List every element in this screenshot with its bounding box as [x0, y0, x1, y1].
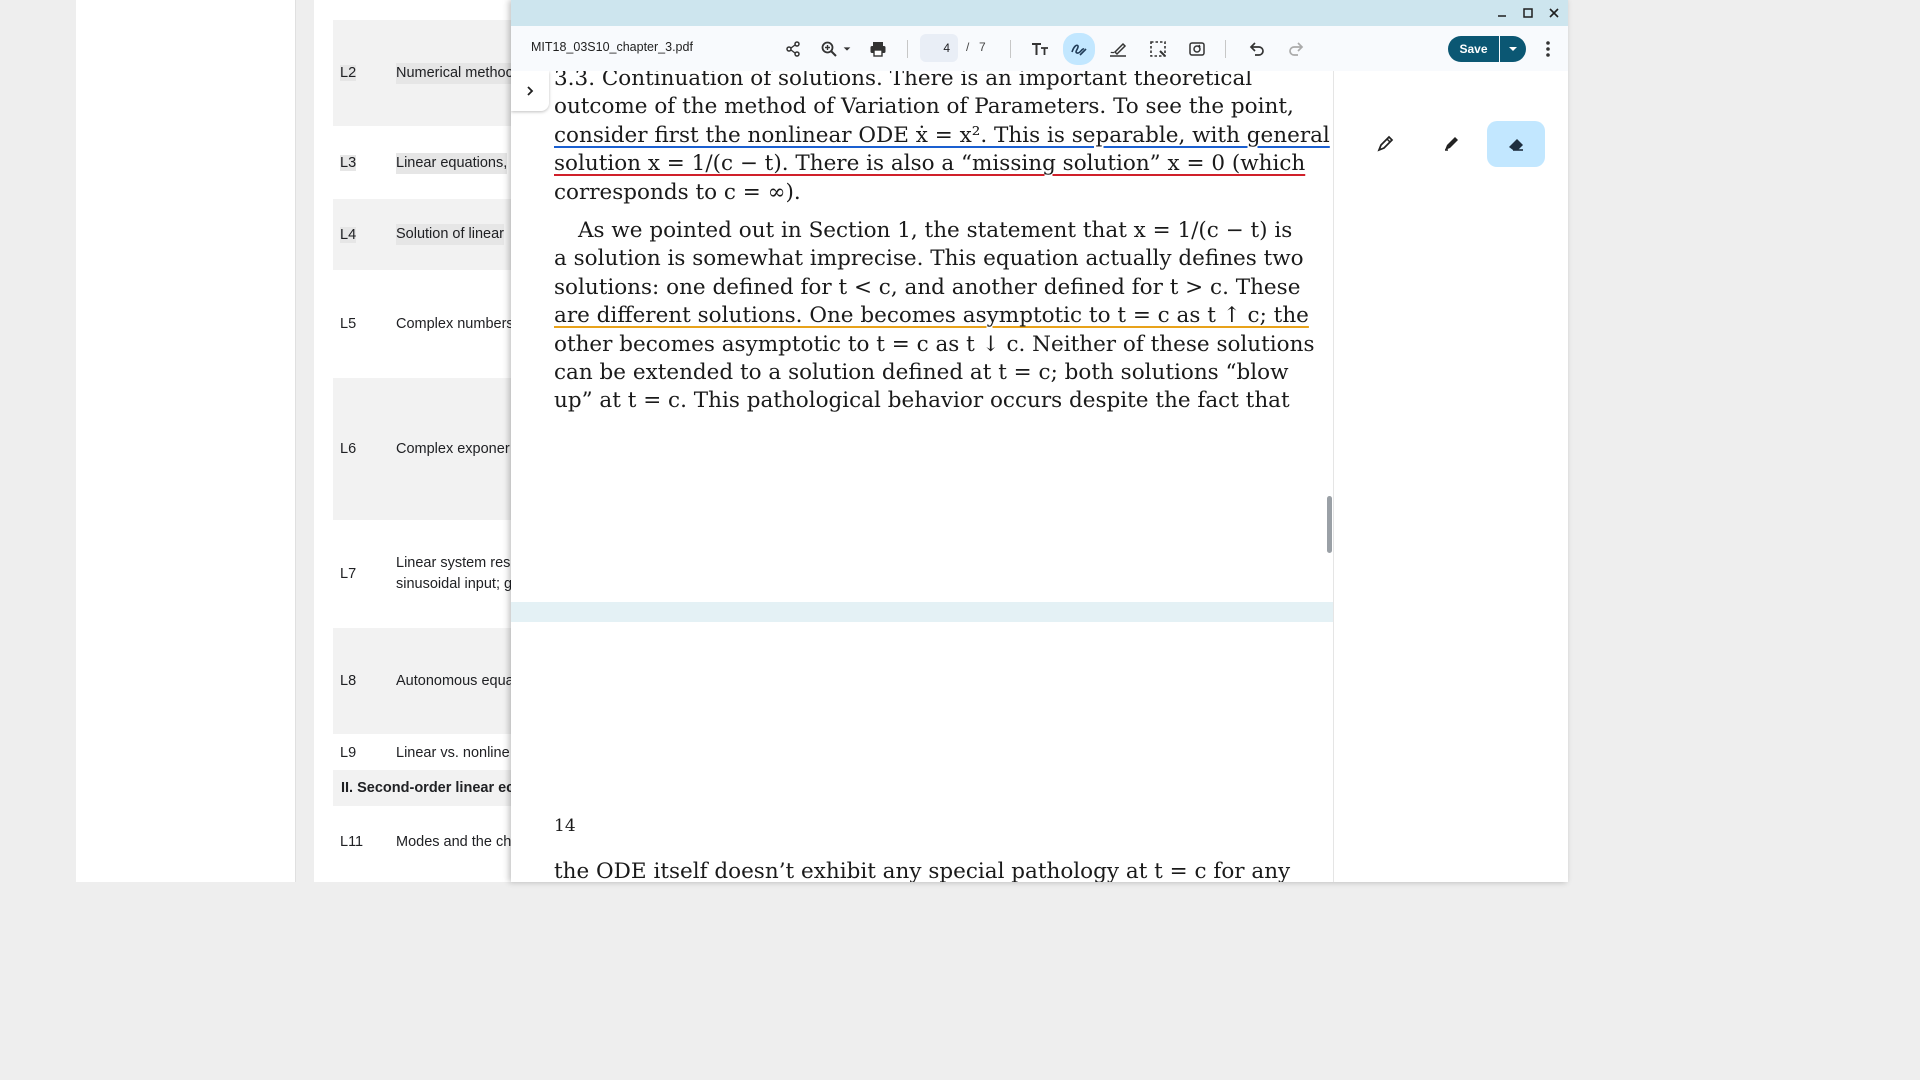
- toolbar-divider: [1225, 40, 1226, 58]
- page-number-input[interactable]: 4: [920, 34, 958, 62]
- lecture-title[interactable]: Linear vs. nonline: [396, 743, 510, 764]
- background-gutter: [0, 0, 76, 882]
- pdf-line: solution x = 1/(c − t). There is also a …: [554, 151, 1306, 177]
- chevron-right-icon: [527, 86, 534, 96]
- highlight-icon[interactable]: [1104, 35, 1132, 63]
- lecture-title[interactable]: Solution of linear: [396, 224, 505, 245]
- page-separator: /: [966, 40, 970, 54]
- highlighter-icon[interactable]: [1422, 121, 1480, 167]
- pdf-line: are different solutions. One becomes asy…: [554, 303, 1309, 329]
- share-icon[interactable]: [779, 35, 807, 63]
- lecture-number: L11: [340, 834, 364, 850]
- pen-icon[interactable]: [1356, 121, 1414, 167]
- redo-icon[interactable]: [1282, 35, 1310, 63]
- save-button[interactable]: Save: [1448, 36, 1499, 62]
- annotation-panel: [1333, 71, 1568, 882]
- lecture-number: L7: [340, 566, 357, 582]
- draw-icon[interactable]: [1063, 33, 1095, 65]
- toolbar-divider: [1010, 40, 1011, 58]
- thumbnails-toggle-button[interactable]: [511, 71, 549, 111]
- pdf-line: As we pointed out in Section 1, the stat…: [578, 218, 1293, 243]
- pdf-page-number: 14: [554, 816, 576, 836]
- pdf-line: up” at t = c. This pathological behavior…: [554, 388, 1290, 414]
- maximize-icon[interactable]: [1519, 4, 1537, 22]
- pdf-document[interactable]: 3.3. Continuation of solutions. There is…: [511, 71, 1333, 882]
- pdf-line: consider first the nonlinear ODE ẋ = x².…: [554, 122, 1330, 148]
- chevron-down-icon: [1509, 47, 1517, 51]
- save-options-button[interactable]: [1500, 36, 1526, 62]
- text-icon[interactable]: [1026, 35, 1054, 63]
- lecture-number: L5: [340, 316, 357, 332]
- pdf-line: other becomes asymptotic to t = c as t ↓…: [554, 331, 1315, 357]
- background-gap: [296, 0, 314, 882]
- undo-icon[interactable]: [1243, 35, 1271, 63]
- lecture-number: L9: [340, 745, 357, 761]
- pdf-line: a solution is somewhat imprecise. This e…: [554, 246, 1304, 272]
- minimize-icon[interactable]: [1493, 4, 1511, 22]
- pdf-paragraph-1: 3.3. Continuation of solutions. There is…: [554, 71, 1330, 207]
- more-options-icon[interactable]: [1538, 36, 1558, 62]
- file-name: MIT18_03S10_chapter_3.pdf: [531, 40, 693, 54]
- lecture-number: L8: [340, 673, 357, 689]
- lecture-title[interactable]: Modes and the ch: [396, 832, 511, 853]
- background-left-panel: [76, 0, 296, 882]
- pdf-line: can be extended to a solution defined at…: [554, 359, 1289, 385]
- pdf-paragraph-2: As we pointed out in Section 1, the stat…: [554, 217, 1315, 416]
- window-titlebar: [511, 0, 1568, 26]
- eraser-icon[interactable]: [1487, 121, 1545, 167]
- print-icon[interactable]: [864, 35, 892, 63]
- lecture-title-continued[interactable]: sinusoidal input; g: [396, 574, 512, 595]
- lecture-title[interactable]: Linear equations,: [396, 152, 508, 174]
- select-area-icon[interactable]: [1144, 35, 1172, 63]
- lecture-number: L2: [340, 65, 357, 81]
- pdf-line: the ODE itself doesn’t exhibit any speci…: [554, 859, 1291, 882]
- pdf-line: corresponds to c = ∞).: [554, 179, 801, 205]
- lecture-number: L3: [340, 155, 357, 171]
- lecture-title[interactable]: Autonomous equa: [396, 671, 514, 692]
- pdf-paragraph-3: the ODE itself doesn’t exhibit any speci…: [554, 858, 1291, 882]
- close-icon[interactable]: [1545, 4, 1563, 22]
- lecture-number: L4: [340, 226, 357, 243]
- toolbar-divider: [907, 40, 908, 58]
- pdf-line: solutions: one defined for t < c, and an…: [554, 274, 1301, 300]
- pdf-line: 3.3. Continuation of solutions. There is…: [554, 71, 1253, 91]
- pdf-viewer-window: MIT18_03S10_chapter_3.pdf 4 / 7 Save 3.3…: [511, 0, 1568, 882]
- viewer-toolbar: MIT18_03S10_chapter_3.pdf 4 / 7 Save: [511, 26, 1568, 71]
- lecture-title[interactable]: Complex numbers: [396, 314, 514, 335]
- lecture-number: L6: [340, 441, 357, 457]
- lecture-title[interactable]: Linear system res: [396, 553, 510, 574]
- pdf-line: outcome of the method of Variation of Pa…: [554, 94, 1294, 120]
- scrollbar-thumb[interactable]: [1327, 496, 1332, 553]
- lecture-title[interactable]: Complex exponer: [396, 439, 510, 460]
- chevron-down-icon[interactable]: [838, 35, 856, 63]
- rotate-icon[interactable]: [1183, 35, 1211, 63]
- page-total: 7: [979, 40, 986, 54]
- lecture-title[interactable]: Numerical methoc: [396, 62, 513, 84]
- page-divider: [511, 602, 1333, 622]
